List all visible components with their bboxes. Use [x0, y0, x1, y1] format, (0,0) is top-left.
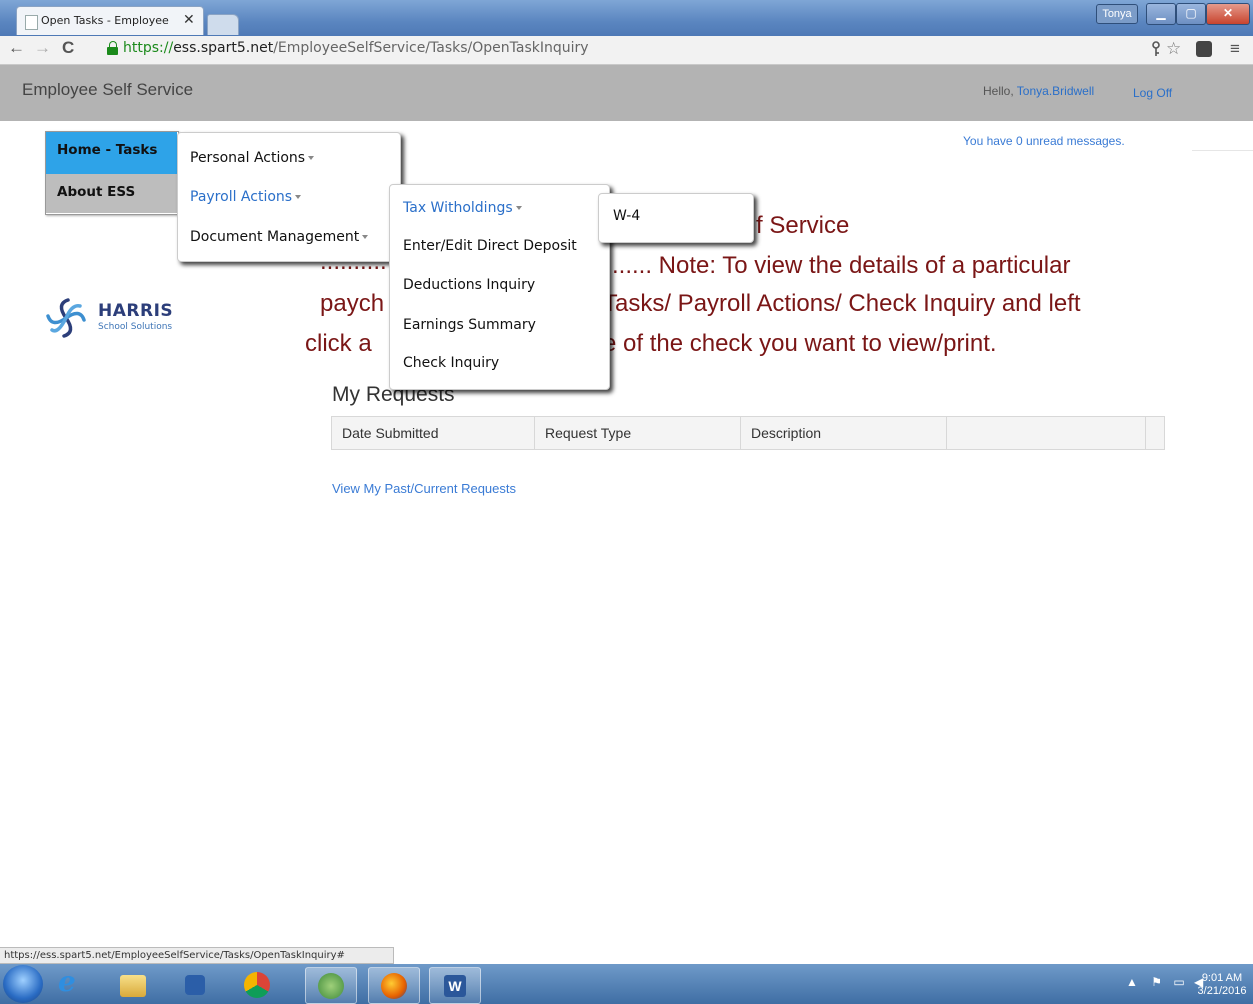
menu-item-label: Personal Actions [190, 150, 306, 166]
taskbar-firefox[interactable] [368, 967, 420, 1004]
column-header-date-submitted[interactable]: Date Submitted [332, 417, 535, 449]
chrome-icon [244, 972, 270, 998]
back-arrow-icon[interactable]: ← [8, 38, 25, 58]
secure-lock-icon [107, 41, 118, 55]
menu-item-earnings-summary[interactable]: Earnings Summary [403, 317, 536, 333]
link-status-bar: https://ess.spart5.net/EmployeeSelfServi… [0, 947, 394, 964]
start-button[interactable] [3, 965, 43, 1003]
menu-item-payroll-actions[interactable]: Payroll Actions [190, 189, 302, 205]
notice-line-2: Tasks/ Payroll Actions/ Check Inquiry an… [603, 290, 1081, 317]
folder-icon [120, 975, 146, 997]
harris-swirl-icon [46, 298, 86, 338]
unread-messages-link[interactable]: You have 0 unread messages. [963, 134, 1125, 148]
menu-item-deductions-inquiry[interactable]: Deductions Inquiry [403, 277, 535, 293]
greeting: Hello, Tonya.Bridwell [983, 84, 1094, 98]
caret-down-icon [515, 206, 522, 210]
logo-subtitle: School Solutions [98, 322, 173, 332]
column-header-description[interactable]: Description [741, 417, 947, 449]
media-player-icon [185, 975, 205, 995]
notice-line-1: ...... Note: To view the details of a pa… [612, 252, 1071, 279]
taskbar-network-app[interactable] [305, 967, 357, 1004]
log-off-link[interactable]: Log Off [1133, 86, 1172, 100]
tax-witholdings-submenu: W-4 [598, 193, 754, 243]
side-menu-about-ess[interactable]: About ESS [46, 174, 177, 213]
side-menu-label: Home - Tasks [57, 142, 158, 158]
firefox-icon [381, 973, 407, 999]
page-favicon-icon [25, 15, 38, 30]
network-app-icon [318, 973, 344, 999]
divider [1192, 150, 1253, 151]
menu-item-label: Document Management [190, 229, 360, 245]
column-header-request-type[interactable]: Request Type [535, 417, 741, 449]
taskbar-chrome[interactable] [232, 967, 282, 1002]
action-center-flag-icon[interactable]: ⚑ [1151, 975, 1162, 989]
browser-profile-badge[interactable]: Tonya [1096, 4, 1138, 24]
tab-title: Open Tasks - Employee Se [41, 14, 171, 27]
menu-item-direct-deposit[interactable]: Enter/Edit Direct Deposit [403, 238, 577, 254]
app-brand[interactable]: Employee Self Service [22, 80, 193, 100]
tab-close-icon[interactable]: ✕ [183, 11, 195, 28]
caret-down-icon [308, 156, 315, 160]
menu-item-label: Payroll Actions [190, 189, 293, 205]
minimize-window-button[interactable]: ▁ [1146, 3, 1176, 25]
url-path: /EmployeeSelfService/Tasks/OpenTaskInqui… [273, 40, 589, 56]
harris-logo: HARRIS School Solutions [42, 296, 192, 340]
caret-down-icon [362, 235, 369, 239]
column-header-extra [947, 417, 1146, 449]
tasks-dropdown-menu: Personal Actions Payroll Actions Documen… [177, 132, 401, 262]
side-menu-label: About ESS [57, 184, 136, 200]
clock-date: 3/21/2016 [1197, 985, 1247, 997]
taskbar-file-explorer[interactable] [108, 967, 158, 1002]
network-icon[interactable]: ▭ [1173, 975, 1184, 989]
clock-time: 9:01 AM [1201, 972, 1243, 984]
taskbar-internet-explorer[interactable]: e [46, 965, 96, 1002]
reload-icon[interactable]: C [62, 38, 74, 58]
browser-tab[interactable]: Open Tasks - Employee Se ✕ [16, 6, 204, 35]
notice-line-3-left: click a [305, 330, 372, 357]
menu-item-label: Tax Witholdings [403, 200, 513, 216]
menu-item-document-management[interactable]: Document Management [190, 229, 369, 245]
payroll-actions-submenu: Tax Witholdings Enter/Edit Direct Deposi… [389, 184, 610, 390]
maximize-window-button[interactable]: ▢ [1176, 3, 1206, 25]
word-icon: W [444, 975, 466, 997]
taskbar-word[interactable]: W [429, 967, 481, 1004]
internet-explorer-icon: e [58, 965, 76, 998]
extension-icon[interactable] [1196, 41, 1212, 57]
show-hidden-icons-icon[interactable]: ▲ [1126, 975, 1138, 989]
bookmark-star-icon[interactable]: ☆ [1166, 39, 1181, 59]
new-tab-button[interactable] [207, 14, 239, 35]
close-window-button[interactable]: ✕ [1206, 3, 1250, 25]
notice-line-2-left: paych [320, 290, 385, 317]
taskbar-clock[interactable]: 9:01 AM 3/21/2016 [1196, 972, 1248, 998]
view-past-requests-link[interactable]: View My Past/Current Requests [332, 481, 516, 496]
address-bar-url[interactable]: https://ess.spart5.net/EmployeeSelfServi… [123, 40, 589, 56]
system-tray[interactable]: ▲ ⚑ ▭ ◀ [1126, 975, 1203, 989]
menu-item-check-inquiry[interactable]: Check Inquiry [403, 355, 499, 371]
url-scheme: https:// [123, 40, 174, 56]
url-host: ess.spart5.net [173, 40, 274, 56]
taskbar-media-player[interactable] [170, 967, 220, 1002]
requests-table: Date Submitted Request Type Description [331, 416, 1165, 450]
logo-name: HARRIS [98, 301, 174, 321]
menu-item-w4[interactable]: W-4 [613, 208, 640, 224]
user-name-link[interactable]: Tonya.Bridwell [1017, 84, 1094, 98]
notice-line-3: e of the check you want to view/print. [603, 330, 997, 357]
greeting-prefix: Hello, [983, 84, 1017, 98]
notice-title: f Service [756, 212, 850, 239]
forward-arrow-icon[interactable]: → [34, 38, 51, 58]
side-menu-home-tasks[interactable]: Home - Tasks [46, 132, 177, 174]
caret-down-icon [295, 195, 302, 199]
menu-item-tax-witholdings[interactable]: Tax Witholdings [403, 200, 522, 216]
key-icon[interactable] [1150, 41, 1162, 57]
menu-hamburger-icon[interactable]: ≡ [1230, 39, 1240, 59]
menu-item-personal-actions[interactable]: Personal Actions [190, 150, 315, 166]
